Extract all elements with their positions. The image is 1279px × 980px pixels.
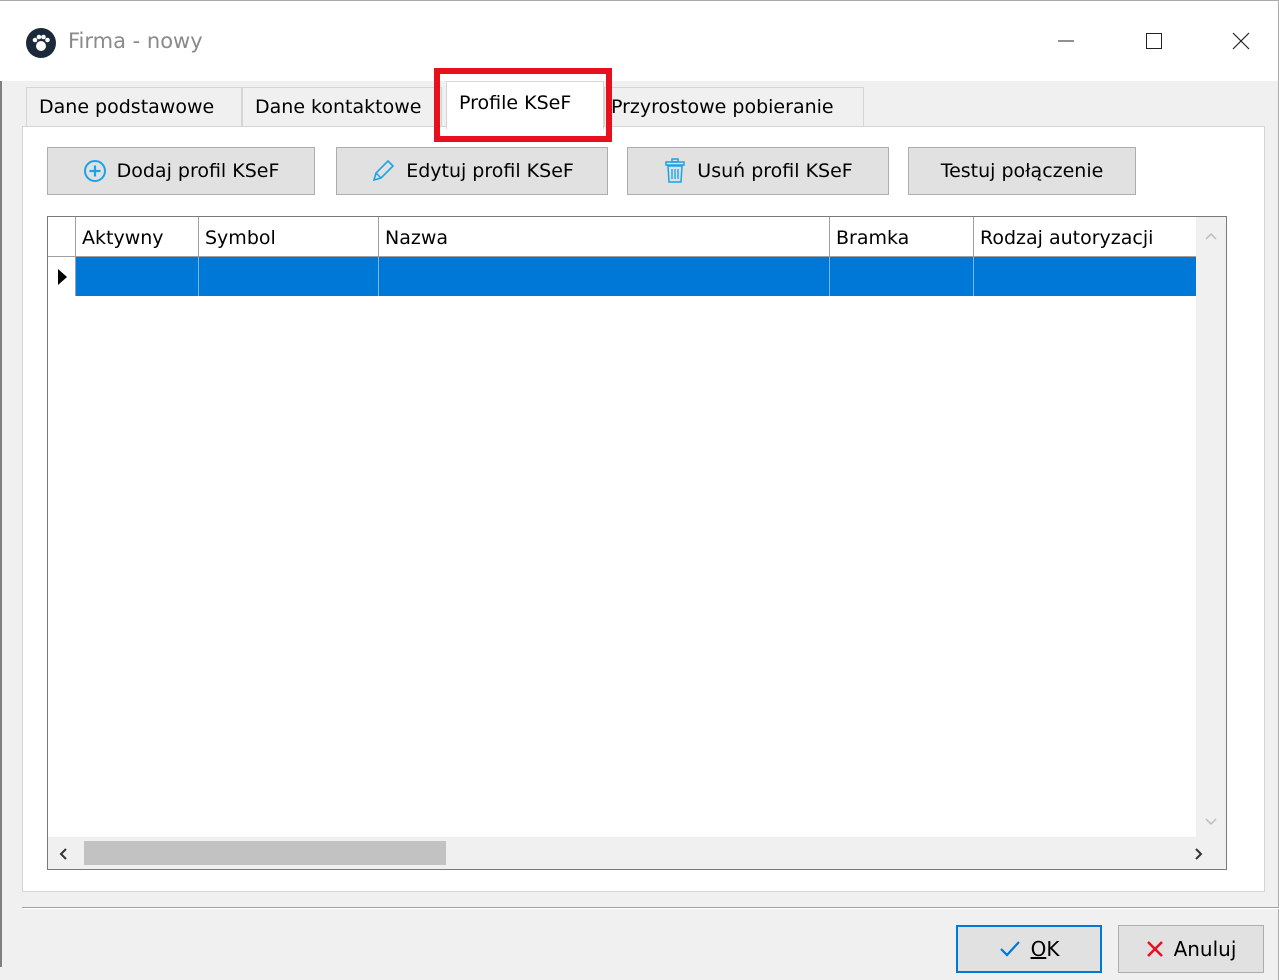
vertical-scrollbar[interactable] (1196, 217, 1226, 839)
tab-profile-ksef[interactable]: Profile KSeF (446, 81, 604, 129)
horizontal-scrollbar[interactable] (48, 837, 1226, 869)
tab-przyrostowe-pobieranie[interactable]: Przyrostowe pobieranie (604, 87, 864, 127)
scroll-left-icon[interactable] (58, 845, 68, 866)
add-profile-button[interactable]: Dodaj profil KSeF (47, 147, 315, 195)
maximize-icon (1146, 33, 1162, 49)
column-header-nazwa[interactable]: Nazwa (379, 217, 830, 257)
x-mark-icon (1146, 941, 1163, 957)
cell-aktywny[interactable] (76, 257, 199, 296)
title-bar: Firma - nowy (0, 1, 1278, 81)
profiles-grid[interactable]: Aktywny Symbol Nazwa Bramka Rodzaj autor… (47, 216, 1227, 870)
delete-profile-label: Usuń profil KSeF (697, 160, 853, 182)
tab-label: Dane kontaktowe (255, 96, 422, 118)
window-title: Firma - nowy (68, 29, 203, 53)
grid-header: Aktywny Symbol Nazwa Bramka Rodzaj autor… (48, 217, 1218, 257)
cancel-button[interactable]: Anuluj (1118, 925, 1264, 973)
cell-bramka[interactable] (830, 257, 974, 296)
close-icon (1232, 32, 1250, 50)
tab-dane-podstawowe[interactable]: Dane podstawowe (26, 87, 242, 127)
minimize-button[interactable] (1030, 9, 1102, 73)
table-row[interactable] (48, 257, 1218, 296)
minimize-icon (1058, 40, 1074, 42)
cancel-label: Anuluj (1173, 937, 1237, 961)
column-header-aktywny[interactable]: Aktywny (76, 217, 199, 257)
tab-label: Dane podstawowe (39, 96, 215, 118)
column-header-rodzaj-autoryzacji[interactable]: Rodzaj autoryzacji (974, 217, 1218, 257)
cell-rodzaj-autoryzacji[interactable] (974, 257, 1218, 296)
scroll-up-icon[interactable] (1204, 225, 1218, 246)
delete-profile-button[interactable]: Usuń profil KSeF (627, 147, 889, 195)
tab-dane-kontaktowe[interactable]: Dane kontaktowe (242, 87, 442, 127)
edit-profile-button[interactable]: Edytuj profil KSeF (336, 147, 608, 195)
column-header-symbol[interactable]: Symbol (199, 217, 379, 257)
window-edge (0, 67, 2, 967)
horizontal-scroll-thumb[interactable] (84, 841, 446, 865)
close-button[interactable] (1205, 9, 1277, 73)
scroll-down-icon[interactable] (1204, 811, 1218, 832)
test-connection-label: Testuj połączenie (940, 160, 1104, 182)
checkmark-icon (999, 941, 1020, 957)
test-connection-button[interactable]: Testuj połączenie (908, 147, 1136, 195)
maximize-button[interactable] (1118, 9, 1190, 73)
plus-circle-icon (83, 160, 106, 182)
app-paw-icon (26, 28, 56, 58)
tab-label: Profile KSeF (459, 92, 572, 114)
cell-nazwa[interactable] (379, 257, 830, 296)
ok-label: OK (1030, 937, 1060, 961)
tab-label: Przyrostowe pobieranie (611, 96, 834, 118)
footer-separator (22, 907, 1279, 909)
header-corner (48, 217, 76, 257)
cell-symbol[interactable] (199, 257, 379, 296)
add-profile-label: Dodaj profil KSeF (116, 160, 280, 182)
row-pointer-icon (48, 257, 76, 296)
ok-button[interactable]: OK (956, 925, 1102, 973)
dialog-window: Firma - nowy Dane podstawowe Dane kontak… (0, 0, 1279, 980)
column-header-bramka[interactable]: Bramka (830, 217, 974, 257)
edit-profile-label: Edytuj profil KSeF (406, 160, 574, 182)
trash-icon (665, 158, 686, 183)
pencil-icon (373, 159, 395, 182)
scroll-right-icon[interactable] (1194, 845, 1204, 866)
